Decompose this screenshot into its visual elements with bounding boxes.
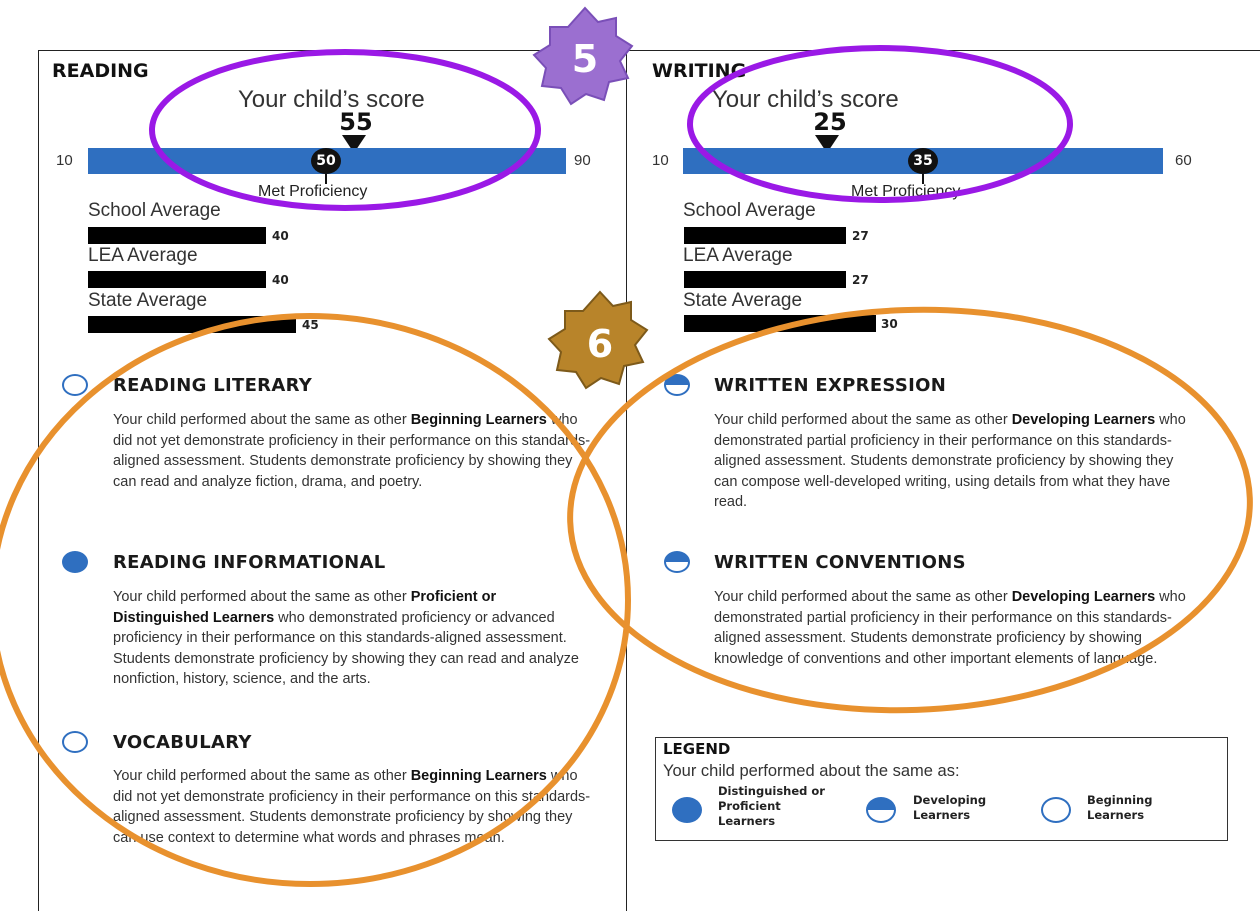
written-conventions-title: WRITTEN CONVENTIONS xyxy=(714,552,966,573)
writing-lea-average-value: 27 xyxy=(852,273,869,287)
written-conventions-description: Your child performed about the same as o… xyxy=(714,589,1186,667)
reading-school-average-label: School Average xyxy=(88,200,221,221)
writing-proficiency-label: Met Proficiency xyxy=(851,183,961,200)
reading-proficiency-marker: 50 xyxy=(311,148,341,174)
writing-state-average-bar xyxy=(684,315,876,332)
legend-developing-label: Developing Learners xyxy=(913,793,987,822)
writing-state-average-value: 30 xyxy=(881,317,898,331)
writing-lea-average-label: LEA Average xyxy=(683,245,793,266)
vocabulary-level-icon xyxy=(62,731,88,753)
written-expression-description: Your child performed about the same as o… xyxy=(714,412,1186,510)
reading-school-average-value: 40 xyxy=(272,229,289,243)
reading-state-average-label: State Average xyxy=(88,290,208,311)
writing-state-average-label: State Average xyxy=(683,290,803,311)
writing-scale-max: 60 xyxy=(1175,152,1192,169)
writing-school-average-bar xyxy=(684,227,846,244)
reading-score-value: 55 xyxy=(339,108,373,136)
legend-title: LEGEND xyxy=(663,740,731,758)
reading-literary-title: READING LITERARY xyxy=(113,375,313,396)
reading-title: READING xyxy=(52,60,149,82)
legend-beginning-icon xyxy=(1041,797,1071,823)
vocabulary-description: Your child performed about the same as o… xyxy=(113,768,591,846)
writing-scale-min: 10 xyxy=(652,152,669,169)
legend-proficient-label: Distinguished or Proficient Learners xyxy=(718,784,825,828)
writing-school-average-value: 27 xyxy=(852,229,869,243)
writing-school-average-label: School Average xyxy=(683,200,816,221)
legend-subtitle: Your child performed about the same as: xyxy=(663,762,960,780)
legend-beginning-label: Beginning Learners xyxy=(1087,793,1153,822)
reading-informational-title: READING INFORMATIONAL xyxy=(113,552,386,573)
legend-developing-icon xyxy=(866,797,896,823)
reading-lea-average-value: 40 xyxy=(272,273,289,287)
reading-scale-max: 90 xyxy=(574,152,591,169)
writing-title: WRITING xyxy=(652,60,747,82)
reading-literary-level-icon xyxy=(62,374,88,396)
written-expression-title: WRITTEN EXPRESSION xyxy=(714,375,947,396)
written-conventions-level-icon xyxy=(664,551,690,573)
reading-lea-average-label: LEA Average xyxy=(88,245,198,266)
writing-score-value: 25 xyxy=(813,108,847,136)
reading-score-caption: Your child’s score xyxy=(238,86,425,113)
vocabulary-title: VOCABULARY xyxy=(113,732,252,753)
reading-literary-description: Your child performed about the same as o… xyxy=(113,412,591,490)
reading-informational-level-icon xyxy=(62,551,88,573)
reading-state-average-bar xyxy=(88,316,296,333)
writing-lea-average-bar xyxy=(684,271,846,288)
reading-informational-description: Your child performed about the same as o… xyxy=(113,589,579,687)
reading-state-average-value: 45 xyxy=(302,318,319,332)
reading-school-average-bar xyxy=(88,227,266,244)
reading-scale-min: 10 xyxy=(56,152,73,169)
reading-lea-average-bar xyxy=(88,271,266,288)
written-expression-level-icon xyxy=(664,374,690,396)
legend-proficient-icon xyxy=(672,797,702,823)
writing-score-caption: Your child’s score xyxy=(712,86,899,113)
reading-proficiency-label: Met Proficiency xyxy=(258,183,368,200)
writing-proficiency-marker: 35 xyxy=(908,148,938,174)
